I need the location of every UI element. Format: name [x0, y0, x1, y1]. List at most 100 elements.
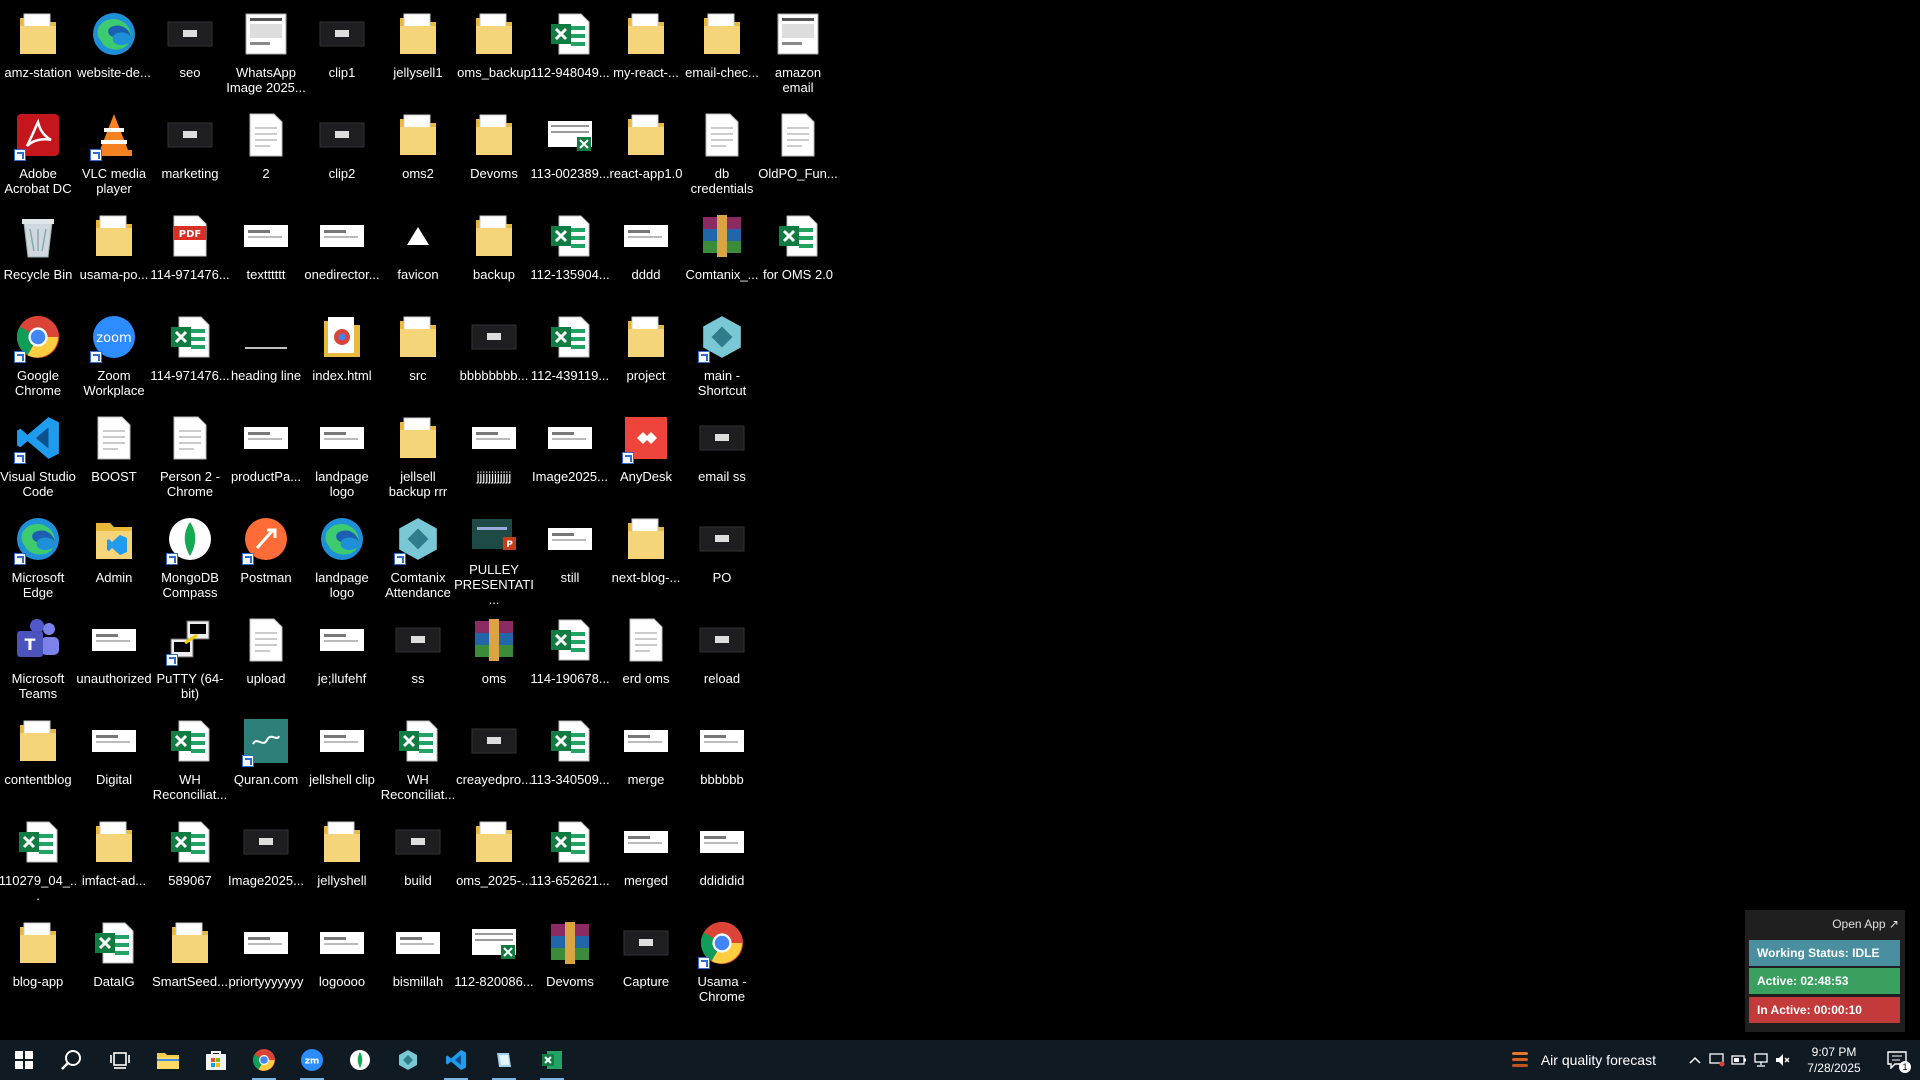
desktop-icon[interactable]: creayedpro... — [456, 709, 532, 809]
desktop-icon[interactable]: bbbbbb — [684, 709, 760, 809]
taskbar-vscode[interactable] — [432, 1040, 480, 1080]
desktop-icon[interactable]: Usama - Chrome — [684, 911, 760, 1011]
desktop-icon[interactable]: Postman — [228, 507, 304, 607]
desktop-icon[interactable]: contentblog — [0, 709, 76, 809]
desktop-icon[interactable]: email-chec... — [684, 2, 760, 102]
volume-control[interactable] — [1772, 1040, 1794, 1080]
desktop-icon[interactable]: backup — [456, 204, 532, 304]
desktop-icon[interactable]: WH Reconciliat... — [152, 709, 228, 809]
open-app-link[interactable]: Open App ↗ — [1832, 917, 1899, 931]
desktop-icon[interactable]: PO — [684, 507, 760, 607]
desktop-icon[interactable]: blog-app — [0, 911, 76, 1011]
desktop-icon[interactable]: 112-948049... — [530, 2, 610, 102]
desktop-icon[interactable]: 112-135904... — [530, 204, 610, 304]
desktop-icon[interactable]: OldPO_Fun... — [758, 103, 838, 203]
desktop-icon[interactable]: seo — [152, 2, 228, 102]
desktop-icon[interactable]: WhatsApp Image 2025... — [226, 2, 306, 102]
desktop-icon[interactable]: jellshell clip — [304, 709, 380, 809]
desktop-icon[interactable]: src — [380, 305, 456, 405]
desktop-icon[interactable]: Devoms — [456, 103, 532, 203]
desktop-icon[interactable]: jellsell backup rrr — [380, 406, 456, 506]
desktop-icon[interactable]: dddd — [608, 204, 684, 304]
desktop-icon[interactable]: clip2 — [304, 103, 380, 203]
desktop-icon[interactable]: jellyshell — [304, 810, 380, 910]
desktop-icon[interactable]: 113-652621... — [530, 810, 610, 910]
desktop-icon[interactable]: index.html — [304, 305, 380, 405]
desktop-icon[interactable]: bismillah — [380, 911, 456, 1011]
desktop-icon[interactable]: build — [380, 810, 456, 910]
desktop-icon[interactable]: Admin — [76, 507, 152, 607]
tray-app[interactable] — [1706, 1040, 1728, 1080]
desktop-icon[interactable]: unauthorized — [76, 608, 152, 708]
desktop-icon[interactable]: onedirector... — [304, 204, 380, 304]
desktop-icon[interactable]: SmartSeed... — [152, 911, 228, 1011]
desktop-icon[interactable]: website-de... — [76, 2, 152, 102]
desktop-icon[interactable]: merge — [608, 709, 684, 809]
desktop-icon[interactable]: Recycle Bin — [0, 204, 76, 304]
desktop-icon[interactable]: oms — [456, 608, 532, 708]
taskbar-file-explorer[interactable] — [144, 1040, 192, 1080]
desktop-icon[interactable]: Person 2 - Chrome — [152, 406, 228, 506]
desktop-icon[interactable]: priortyyyyyyy — [228, 911, 304, 1011]
battery-status[interactable] — [1728, 1040, 1750, 1080]
desktop-icon[interactable]: usama-po... — [76, 204, 152, 304]
task-view-button[interactable] — [96, 1040, 144, 1080]
desktop-icon[interactable]: Quran.com — [228, 709, 304, 809]
network-status[interactable] — [1750, 1040, 1772, 1080]
desktop-icon[interactable]: productPa... — [228, 406, 304, 506]
desktop-icon[interactable]: oms_backup — [456, 2, 532, 102]
desktop-icon[interactable]: AnyDesk — [608, 406, 684, 506]
desktop-icon[interactable]: PDF 114-971476... — [150, 204, 230, 304]
desktop-icon[interactable]: logoooo — [304, 911, 380, 1011]
desktop-icon[interactable]: project — [608, 305, 684, 405]
start-button[interactable] — [0, 1040, 48, 1080]
desktop-icon[interactable]: BOOST — [76, 406, 152, 506]
desktop-icon[interactable]: jjjjjjjjjjjj — [456, 406, 532, 506]
desktop-icon[interactable]: amazon email — [760, 2, 836, 102]
desktop-icon[interactable]: 113-002389... — [530, 103, 610, 203]
desktop-icon[interactable]: Adobe Acrobat DC — [0, 103, 76, 203]
desktop-icon[interactable]: Image2025... — [228, 810, 304, 910]
desktop-icon[interactable]: 112-820086... — [454, 911, 534, 1011]
desktop-icon[interactable]: P PULLEY PRESENTATI... — [454, 507, 534, 607]
desktop-icon[interactable]: bbbbbbbb... — [456, 305, 532, 405]
desktop-icon[interactable]: clip1 — [304, 2, 380, 102]
desktop-icon[interactable]: erd oms — [608, 608, 684, 708]
taskbar-store[interactable] — [192, 1040, 240, 1080]
desktop-icon[interactable]: heading line — [228, 305, 304, 405]
desktop-icon[interactable]: Microsoft Edge — [0, 507, 76, 607]
desktop-icon[interactable]: 589067 — [152, 810, 228, 910]
desktop-icon[interactable]: VLC media player — [76, 103, 152, 203]
desktop-icon[interactable]: amz-station — [0, 2, 76, 102]
desktop-icon[interactable]: reload — [684, 608, 760, 708]
desktop-icon[interactable]: 2 — [228, 103, 304, 203]
desktop-icon[interactable]: landpage logo — [304, 507, 380, 607]
desktop-icon[interactable]: DataIG — [76, 911, 152, 1011]
desktop-icon[interactable]: Comtanix_... — [684, 204, 760, 304]
desktop-icon[interactable]: oms_2025-... — [456, 810, 532, 910]
desktop-icon[interactable]: next-blog-... — [608, 507, 684, 607]
notification-center-button[interactable]: 1 — [1874, 1040, 1920, 1080]
desktop-icon[interactable]: Image2025... — [532, 406, 608, 506]
desktop-icon[interactable]: je;llufehf — [304, 608, 380, 708]
desktop-icon[interactable]: 110279_04_... — [0, 810, 77, 910]
desktop-icon[interactable]: 112-439119... — [531, 305, 609, 405]
desktop-icon[interactable]: landpage logo — [304, 406, 380, 506]
search-button[interactable] — [48, 1040, 96, 1080]
desktop-icon[interactable]: still — [532, 507, 608, 607]
desktop-icon[interactable]: Google Chrome — [0, 305, 76, 405]
taskbar-zoom[interactable]: zm — [288, 1040, 336, 1080]
desktop-icon[interactable]: 114-190678... — [530, 608, 610, 708]
weather-widget[interactable]: Air quality forecast — [1509, 1049, 1656, 1071]
desktop-icon[interactable]: favicon — [380, 204, 456, 304]
desktop-icon[interactable]: imfact-ad... — [76, 810, 152, 910]
desktop-icon[interactable]: 114-971476... — [150, 305, 230, 405]
desktop-icon[interactable]: WH Reconciliat... — [380, 709, 456, 809]
desktop-icon[interactable]: email ss — [684, 406, 760, 506]
desktop-icon[interactable]: oms2 — [380, 103, 456, 203]
desktop-icon[interactable]: db credentials — [684, 103, 760, 203]
desktop-icon[interactable]: ss — [380, 608, 456, 708]
taskbar-snipping-tool[interactable] — [480, 1040, 528, 1080]
taskbar-mongodb[interactable] — [336, 1040, 384, 1080]
desktop-icon[interactable]: zoom Zoom Workplace — [76, 305, 152, 405]
